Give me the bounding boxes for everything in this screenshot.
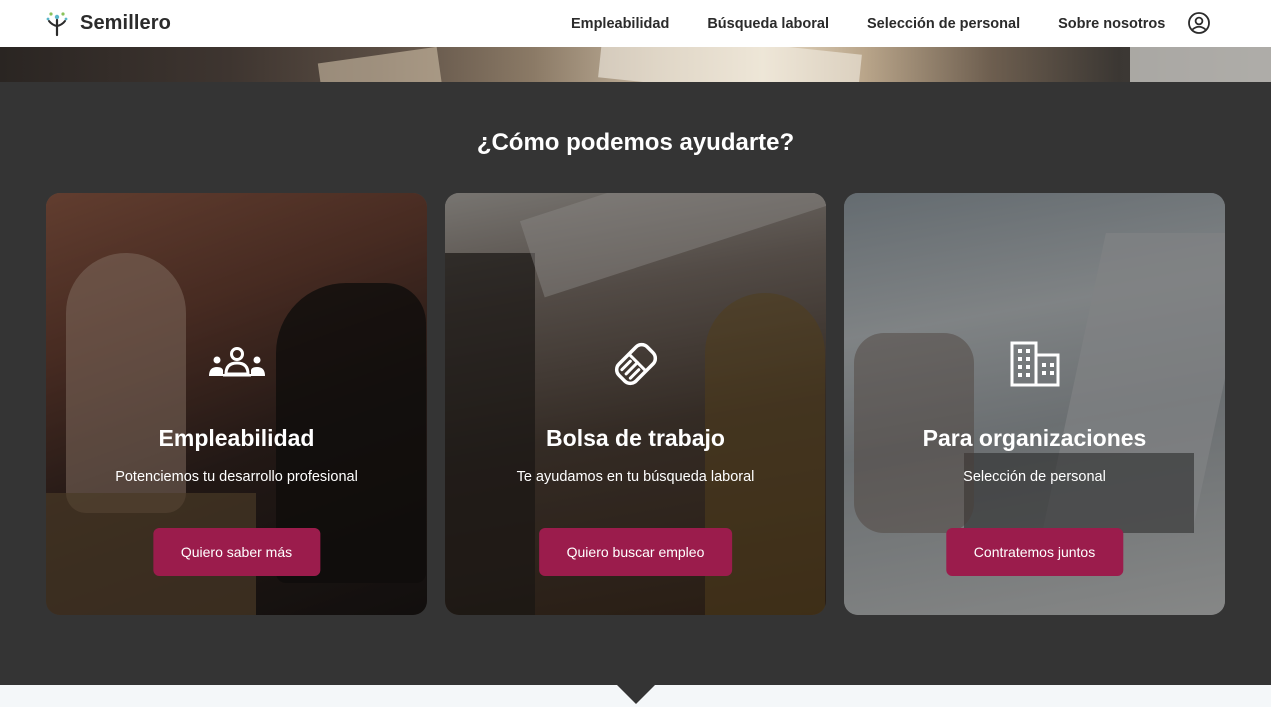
site-header: Semillero Empleabilidad Búsqueda laboral…	[0, 0, 1271, 47]
section-pointer-arrow	[617, 685, 655, 704]
card-bolsa-de-trabajo: Bolsa de trabajo Te ayudamos en tu búsqu…	[445, 193, 826, 615]
card-title: Bolsa de trabajo	[546, 425, 725, 451]
nav-item-empleabilidad[interactable]: Empleabilidad	[571, 16, 669, 32]
sprout-icon	[46, 12, 68, 37]
quiero-buscar-empleo-button[interactable]: Quiero buscar empleo	[538, 528, 733, 576]
nav-item-sobre-nosotros[interactable]: Sobre nosotros	[1058, 16, 1165, 32]
building-icon	[1004, 338, 1066, 390]
hero-image-strip	[0, 47, 1271, 82]
brand-link[interactable]: Semillero	[44, 9, 171, 37]
section-title: ¿Cómo podemos ayudarte?	[476, 129, 795, 156]
card-subtitle: Selección de personal	[963, 469, 1106, 485]
card-title: Para organizaciones	[922, 425, 1147, 451]
main-nav: Empleabilidad Búsqueda laboral Selección…	[571, 0, 1165, 47]
card-subtitle: Te ayudamos en tu búsqueda laboral	[516, 469, 755, 485]
quiero-saber-mas-button[interactable]: Quiero saber más	[152, 528, 321, 576]
nav-item-busqueda-laboral[interactable]: Búsqueda laboral	[707, 16, 829, 32]
nav-item-seleccion-de-personal[interactable]: Selección de personal	[867, 16, 1020, 32]
group-users-icon	[206, 338, 268, 390]
card-para-organizaciones: Para organizaciones Selección de persona…	[844, 193, 1225, 615]
brand-name: Semillero	[80, 11, 171, 34]
card-subtitle: Potenciemos tu desarrollo profesional	[115, 469, 358, 485]
contratemos-juntos-button[interactable]: Contratemos juntos	[945, 528, 1124, 576]
user-circle-icon[interactable]	[1187, 11, 1211, 35]
handshake-icon	[605, 338, 667, 390]
card-empleabilidad: Empleabilidad Potenciemos tu desarrollo …	[46, 193, 427, 615]
card-title: Empleabilidad	[158, 425, 315, 451]
